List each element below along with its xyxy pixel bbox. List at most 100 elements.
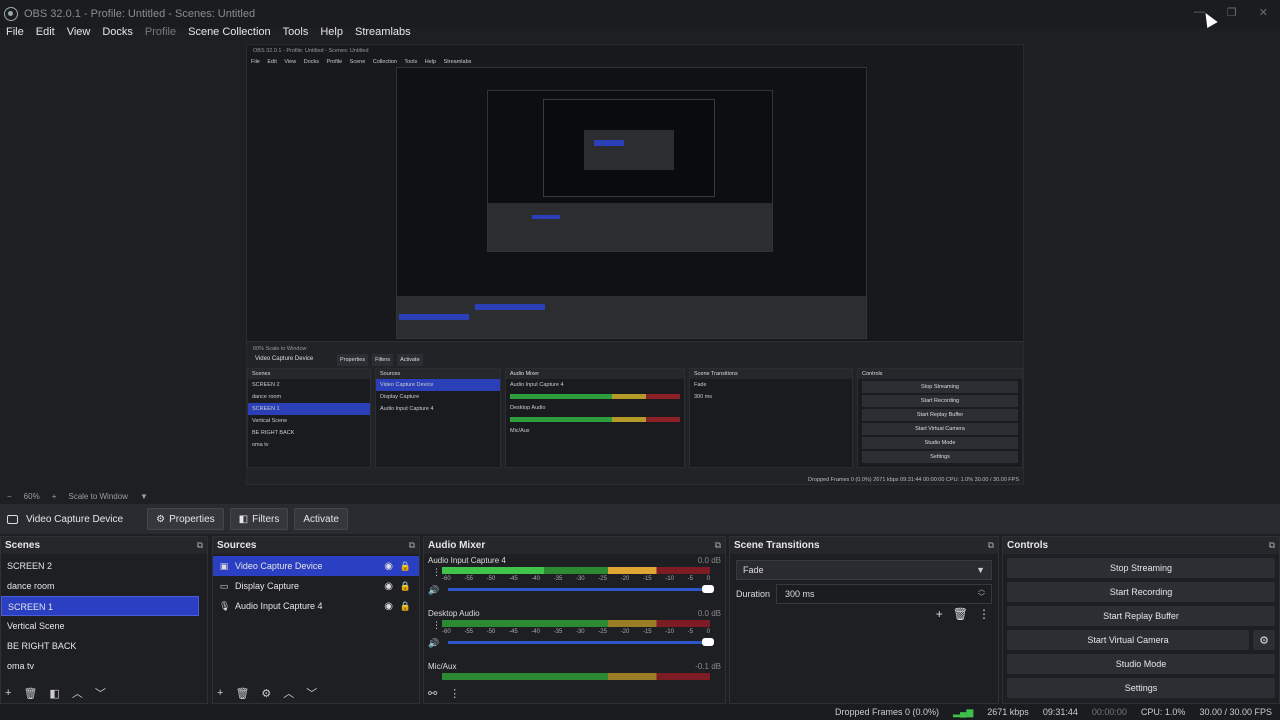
move-down-icon[interactable]: ﹀ <box>95 685 106 701</box>
undock-icon[interactable]: ⧉ <box>197 540 203 551</box>
menu-tools[interactable]: Tools <box>283 26 309 38</box>
source-item[interactable]: ▭ Display Capture ◉ 🔒 <box>213 576 419 596</box>
lock-icon[interactable]: 🔒 <box>400 581 411 592</box>
chevron-down-icon[interactable]: ▼ <box>140 492 148 501</box>
volume-slider[interactable] <box>448 585 714 593</box>
menu-profile[interactable]: Profile <box>145 26 176 38</box>
undock-icon[interactable]: ⧉ <box>409 540 415 551</box>
scenes-dock: Scenes ⧉ SCREEN 2 dance room SCREEN 1 Ve… <box>0 536 208 704</box>
kebab-menu-icon[interactable]: ⋮ <box>432 620 441 631</box>
nested-mixer-panel: Audio Mixer Audio Input Capture 4 Deskto… <box>505 368 685 468</box>
start-replay-buffer-button[interactable]: Start Replay Buffer <box>1007 606 1275 626</box>
eye-icon[interactable]: ◉ <box>384 601 393 612</box>
menu-scene-collection[interactable]: Scene Collection <box>188 26 271 38</box>
nested-controls-panel: Controls Stop Streaming Start Recording … <box>857 368 1023 468</box>
properties-button[interactable]: ⚙ Properties <box>147 508 224 530</box>
trash-icon[interactable]: 🗑 <box>235 687 249 700</box>
move-up-icon[interactable]: ︿ <box>72 685 83 701</box>
status-bar: Dropped Frames 0 (0.0%) ▂▄▆ 2671 kbps 09… <box>0 704 1280 720</box>
kebab-menu-icon[interactable]: ⋮ <box>449 687 460 700</box>
kebab-menu-icon[interactable]: ⋮ <box>978 607 990 621</box>
trash-icon[interactable]: 🗑 <box>23 687 37 700</box>
undock-icon[interactable]: ⧉ <box>715 540 721 551</box>
start-recording-button[interactable]: Start Recording <box>1007 582 1275 602</box>
scene-item[interactable]: oma tv <box>1 656 199 676</box>
volume-meter <box>442 567 710 574</box>
mixer-footer: ⚯ ⋮ <box>424 683 725 703</box>
volume-slider[interactable] <box>448 638 714 646</box>
obs-logo-icon <box>4 7 18 21</box>
lock-icon[interactable]: 🔒 <box>400 601 411 612</box>
gear-icon[interactable]: ⚙ <box>261 687 271 700</box>
menu-docks[interactable]: Docks <box>102 26 133 38</box>
add-scene-icon[interactable]: + <box>5 687 11 699</box>
maximize-button[interactable]: ❐ <box>1227 6 1237 19</box>
nested-sources-panel: Sources Video Capture Device Display Cap… <box>375 368 501 468</box>
activate-button[interactable]: Activate <box>294 508 348 530</box>
scene-item[interactable]: Vertical Scene <box>1 616 199 636</box>
stop-streaming-button[interactable]: Stop Streaming <box>1007 558 1275 578</box>
eye-icon[interactable]: ◉ <box>384 561 393 572</box>
scene-item-selected[interactable]: SCREEN 1 <box>1 596 199 616</box>
start-virtual-camera-button[interactable]: Start Virtual Camera <box>1007 630 1249 650</box>
dropped-frames: Dropped Frames 0 (0.0%) <box>834 707 940 717</box>
meter-ticks: -60 -55 -50 -45 -40 -35 -30 -25 -20 -15 -10 -5 0 <box>442 576 710 582</box>
transition-select[interactable]: Fade ▼ <box>736 560 992 580</box>
source-item[interactable]: 🎙 Audio Input Capture 4 ◉ 🔒 <box>213 596 419 616</box>
gear-icon[interactable]: ⚙ <box>1253 630 1275 650</box>
nested-source-name: Video Capture Device <box>255 356 314 362</box>
stream-time: 09:31:44 <box>1042 707 1078 717</box>
close-button[interactable]: ✕ <box>1259 6 1268 19</box>
zoom-out-button[interactable]: − <box>7 492 12 501</box>
add-source-icon[interactable]: + <box>217 687 223 699</box>
scenes-header: Scenes ⧉ <box>1 537 207 554</box>
move-down-icon[interactable]: ﹀ <box>306 685 317 701</box>
spin-arrows-icon[interactable]: ︿ ﹀ <box>978 586 985 602</box>
window-title: OBS 32.0.1 - Profile: Untitled - Scenes:… <box>24 8 256 20</box>
scene-item[interactable]: BE RIGHT BACK <box>1 636 199 656</box>
studio-mode-button[interactable]: Studio Mode <box>1007 654 1275 674</box>
nested-scenes-panel: Scenes SCREEN 2 dance room SCREEN 1 Vert… <box>247 368 371 468</box>
menu-edit[interactable]: Edit <box>36 26 55 38</box>
scene-transitions-dock: Scene Transitions ⧉ Fade ▼ Duration 300 … <box>729 536 999 704</box>
menu-streamlabs[interactable]: Streamlabs <box>355 26 411 38</box>
filter-icon[interactable]: ◧ <box>49 687 59 700</box>
slider-handle[interactable] <box>702 638 714 646</box>
scene-item[interactable]: dance room <box>1 576 199 596</box>
source-toolbar: Video Capture Device ⚙ Properties ◧ Filt… <box>0 504 1280 534</box>
lock-icon[interactable]: 🔒 <box>400 561 411 572</box>
bitrate: 2671 kbps <box>987 707 1029 717</box>
virtual-camera-row: Start Virtual Camera ⚙ <box>1007 630 1275 650</box>
nested-preview-level-4 <box>543 99 715 197</box>
duration-label: Duration <box>736 589 771 599</box>
menu-help[interactable]: Help <box>320 26 343 38</box>
undock-icon[interactable]: ⧉ <box>1269 540 1275 551</box>
transition-actions: + 🗑 ⋮ <box>936 607 990 621</box>
eye-icon[interactable]: ◉ <box>384 581 393 592</box>
zoom-in-button[interactable]: + <box>52 492 57 501</box>
speaker-icon[interactable]: 🔊 <box>428 585 439 596</box>
channel-db: 0.0 dB <box>697 609 721 618</box>
add-transition-icon[interactable]: + <box>936 607 943 621</box>
link-icon[interactable]: ⚯ <box>428 687 437 700</box>
speaker-icon[interactable]: 🔊 <box>428 638 439 649</box>
source-item-selected[interactable]: ▣ Video Capture Device ◉ 🔒 <box>213 556 419 576</box>
kebab-menu-icon[interactable]: ⋮ <box>432 567 441 578</box>
nested-dock-area: 60% Scale to Window Video Capture Device… <box>247 341 1023 484</box>
menu-file[interactable]: File <box>6 26 24 38</box>
nested-menu: File Edit View Docks Profile Scene Colle… <box>251 59 472 65</box>
move-up-icon[interactable]: ︿ <box>283 685 294 701</box>
duration-input[interactable]: 300 ms ︿ ﹀ <box>776 584 992 604</box>
undock-icon[interactable]: ⧉ <box>988 540 994 551</box>
slider-handle[interactable] <box>702 585 714 593</box>
sources-header: Sources ⧉ <box>213 537 419 554</box>
trash-icon[interactable]: 🗑 <box>953 607 968 621</box>
filters-button[interactable]: ◧ Filters <box>229 508 289 530</box>
sources-footer: + 🗑 ⚙ ︿ ﹀ <box>213 683 419 703</box>
audio-mixer-header: Audio Mixer ⧉ <box>424 537 725 554</box>
settings-button[interactable]: Settings <box>1007 678 1275 698</box>
menu-view[interactable]: View <box>67 26 91 38</box>
nested-properties: Properties <box>337 354 369 366</box>
scene-item[interactable]: SCREEN 2 <box>1 556 199 576</box>
scale-mode-select[interactable]: Scale to Window <box>68 492 128 501</box>
